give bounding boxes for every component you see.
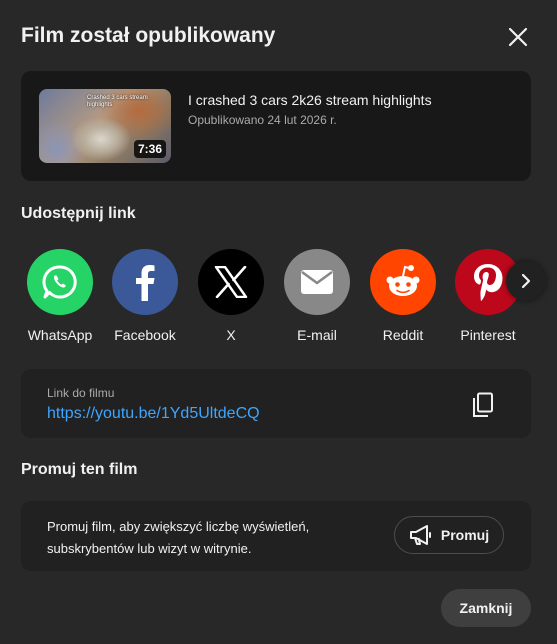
share-x-button[interactable]: X bbox=[188, 249, 274, 343]
publish-dialog: Film został opublikowany Crashed 3 cars … bbox=[0, 0, 557, 644]
share-item-label: E-mail bbox=[297, 327, 337, 343]
video-publish-date: Opublikowano 24 lut 2026 r. bbox=[188, 113, 337, 127]
share-item-label: X bbox=[226, 327, 236, 343]
share-item-label: Facebook bbox=[114, 327, 176, 343]
video-link-box: Link do filmu https://youtu.be/1Yd5Ultde… bbox=[21, 369, 531, 438]
promote-heading: Promuj ten film bbox=[21, 461, 138, 478]
copy-link-button[interactable] bbox=[467, 389, 499, 421]
share-reddit-button[interactable]: Reddit bbox=[360, 249, 446, 343]
promote-button-label: Promuj bbox=[440, 527, 490, 543]
share-item-label: WhatsApp bbox=[27, 327, 93, 343]
share-item-label: Reddit bbox=[382, 327, 424, 343]
share-item-label: Pinterest bbox=[460, 327, 516, 343]
share-next-button[interactable] bbox=[506, 261, 546, 301]
copy-icon bbox=[473, 392, 493, 417]
email-icon bbox=[284, 249, 350, 315]
share-whatsapp-button[interactable]: WhatsApp bbox=[17, 249, 103, 343]
promote-box: Promuj film, aby zwiększyć liczbę wyświe… bbox=[21, 501, 531, 571]
share-email-button[interactable]: E-mail bbox=[274, 249, 360, 343]
video-thumbnail[interactable]: Crashed 3 cars stream highlights 7:36 bbox=[39, 89, 171, 163]
facebook-icon bbox=[112, 249, 178, 315]
video-card: Crashed 3 cars stream highlights 7:36 I … bbox=[21, 71, 531, 181]
whatsapp-icon bbox=[27, 249, 93, 315]
video-link-label: Link do filmu bbox=[47, 386, 115, 400]
reddit-icon bbox=[370, 249, 436, 315]
megaphone-icon bbox=[409, 525, 431, 545]
x-icon bbox=[198, 249, 264, 315]
video-duration: 7:36 bbox=[133, 140, 166, 158]
promote-button[interactable]: Promuj bbox=[394, 516, 504, 554]
thumbnail-caption: Crashed 3 cars stream highlights bbox=[87, 95, 148, 108]
dialog-title: Film został opublikowany bbox=[21, 24, 276, 47]
chevron-right-icon bbox=[521, 273, 531, 289]
close-button[interactable]: Zamknij bbox=[441, 589, 531, 627]
video-title: I crashed 3 cars 2k26 stream highlights bbox=[188, 92, 432, 108]
video-link-url[interactable]: https://youtu.be/1Yd5UltdeCQ bbox=[47, 405, 260, 423]
promote-description: Promuj film, aby zwiększyć liczbę wyświe… bbox=[47, 519, 310, 556]
share-facebook-button[interactable]: Facebook bbox=[102, 249, 188, 343]
close-icon[interactable] bbox=[505, 24, 531, 50]
share-heading: Udostępnij link bbox=[21, 205, 136, 222]
